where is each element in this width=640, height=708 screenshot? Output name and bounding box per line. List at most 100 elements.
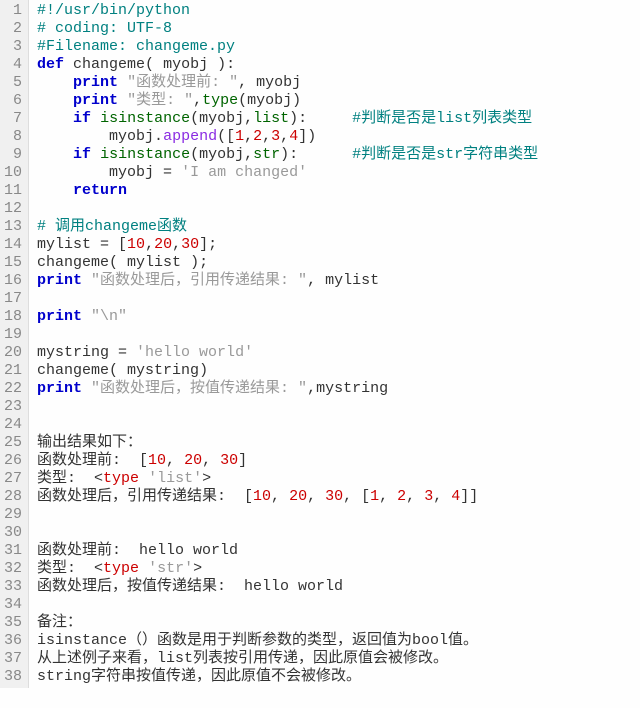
token-id: >: [202, 470, 211, 487]
token-num: 4: [289, 128, 298, 145]
code-line: if isinstance(myobj,list): #判断是否是list列表类…: [37, 110, 538, 128]
token-num: 3: [271, 128, 280, 145]
token-out-type: type: [103, 560, 139, 577]
token-op: ,: [307, 380, 316, 397]
code-line: mylist = [10,20,30];: [37, 236, 538, 254]
token-id: [118, 92, 127, 109]
token-id: changeme: [37, 254, 109, 271]
code-line: [37, 416, 538, 434]
token-kw: print: [73, 92, 118, 109]
token-id: 函数处理前: [: [37, 452, 148, 469]
token-id: mystring: [316, 380, 388, 397]
code-line: changeme( mylist );: [37, 254, 538, 272]
token-op: ,: [244, 128, 253, 145]
code-line: 函数处理前: hello world: [37, 542, 538, 560]
token-id: [139, 560, 148, 577]
token-op: ,: [172, 236, 181, 253]
line-number: 21: [4, 362, 22, 380]
line-number: 1: [4, 2, 22, 20]
line-number: 35: [4, 614, 22, 632]
code-editor: 1234567891011121314151617181920212223242…: [0, 0, 640, 688]
token-kw: if: [73, 110, 91, 127]
line-number: 25: [4, 434, 22, 452]
code-line: 函数处理前: [10, 20, 30]: [37, 452, 538, 470]
token-id: >: [193, 560, 202, 577]
line-number: 10: [4, 164, 22, 182]
token-op: (: [109, 254, 118, 271]
token-out-type: type: [103, 470, 139, 487]
token-op: (: [145, 56, 154, 73]
line-number: 37: [4, 650, 22, 668]
token-kw: if: [73, 146, 91, 163]
token-id: [172, 164, 181, 181]
token-cmt: #Filename: changeme.py: [37, 38, 235, 55]
token-id: [91, 110, 100, 127]
token-str: 'str': [148, 560, 193, 577]
token-op: =: [163, 164, 172, 181]
token-id: 输出结果如下：: [37, 434, 142, 451]
token-id: [37, 74, 73, 91]
token-op: (: [109, 362, 118, 379]
token-id: [37, 146, 73, 163]
token-id: 类型: <: [37, 560, 103, 577]
token-out-num: 4: [451, 488, 460, 505]
token-op: ([: [217, 128, 235, 145]
token-num: 20: [154, 236, 172, 253]
line-number: 36: [4, 632, 22, 650]
token-out-num: 20: [184, 452, 202, 469]
token-id: [307, 110, 352, 127]
token-kw: print: [73, 74, 118, 91]
token-id: isinstance（）函数是用于判断参数的类型，返回值为bool值。: [37, 632, 478, 649]
code-line: def changeme( myobj ):: [37, 56, 538, 74]
code-line: # coding: UTF-8: [37, 20, 538, 38]
line-number: 30: [4, 524, 22, 542]
line-number: 27: [4, 470, 22, 488]
token-op: ,: [280, 128, 289, 145]
line-number: 14: [4, 236, 22, 254]
token-id: 函数处理前: hello world: [37, 542, 238, 559]
code-line: myobj = 'I am changed': [37, 164, 538, 182]
code-line: [37, 398, 538, 416]
token-kw: return: [73, 182, 127, 199]
token-op: = [: [100, 236, 127, 253]
token-kw: print: [37, 308, 82, 325]
token-op: ): [292, 92, 301, 109]
token-op: ): [199, 362, 208, 379]
token-id: myobj: [247, 92, 292, 109]
token-kw: print: [37, 380, 82, 397]
token-id: [91, 146, 100, 163]
token-cmt: #判断是否是list列表类型: [352, 110, 532, 127]
token-id: ]: [238, 452, 247, 469]
token-id: ,: [166, 452, 184, 469]
token-out-num: 2: [397, 488, 406, 505]
code-line: print "函数处理后，引用传递结果: ", mylist: [37, 272, 538, 290]
token-id: ,: [433, 488, 451, 505]
line-number: 7: [4, 110, 22, 128]
token-op: ,: [244, 110, 253, 127]
line-number: 34: [4, 596, 22, 614]
line-number: 22: [4, 380, 22, 398]
token-op: .: [154, 128, 163, 145]
token-out-num: 30: [325, 488, 343, 505]
token-builtin: isinstance: [100, 110, 190, 127]
token-str: 'list': [148, 470, 202, 487]
code-line: 从上述例子来看，list列表按引用传递，因此原值会被修改。: [37, 650, 538, 668]
code-line: [37, 290, 538, 308]
token-id: myobj: [37, 128, 154, 145]
token-op: (: [190, 146, 199, 163]
code-line: 备注：: [37, 614, 538, 632]
code-line: 函数处理后，引用传递结果: [10, 20, 30, [1, 2, 3, 4]]: [37, 488, 538, 506]
code-line: [37, 506, 538, 524]
token-str: "函数处理后，按值传递结果: ": [91, 380, 307, 397]
token-cmt: # 调用changeme函数: [37, 218, 187, 235]
code-line: [37, 524, 538, 542]
token-id: ,: [307, 488, 325, 505]
code-line: string字符串按值传递，因此原值不会被修改。: [37, 668, 538, 686]
token-id: 备注：: [37, 614, 82, 631]
token-id: [37, 182, 73, 199]
token-op: (: [190, 110, 199, 127]
token-id: mystring: [37, 344, 118, 361]
token-op: ,: [262, 128, 271, 145]
line-number: 6: [4, 92, 22, 110]
token-id: ,: [379, 488, 397, 505]
